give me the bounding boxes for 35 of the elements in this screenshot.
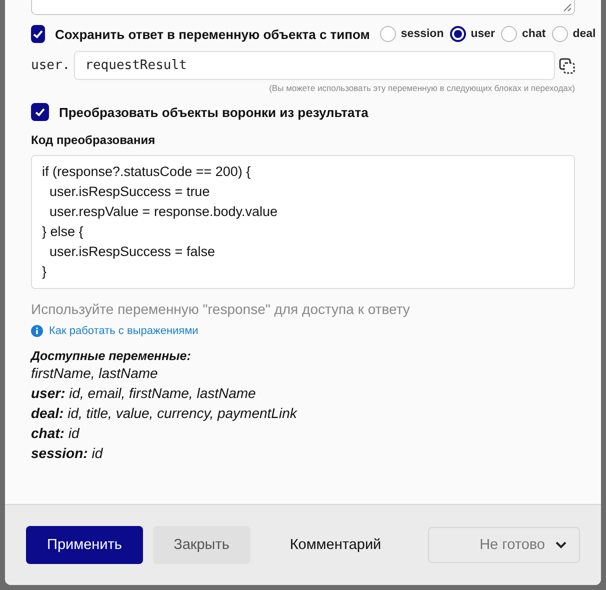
radio-label: deal <box>572 28 596 40</box>
code-editor[interactable]: if (response?.statusCode == 200) { user.isRespSuccess = true user.respValue = response.body.value } else { user.isRespSuccess = false } <box>31 155 575 289</box>
variable-name-field[interactable]: requestResult <box>74 51 555 80</box>
checkmark-icon <box>34 106 46 118</box>
close-button[interactable]: Закрыть <box>153 526 250 564</box>
copy-icon[interactable] <box>559 58 575 74</box>
radio-label: session <box>400 28 444 40</box>
radio-button[interactable] <box>450 26 466 42</box>
radio-button[interactable] <box>501 26 518 42</box>
chevron-down-icon <box>555 541 567 549</box>
info-icon <box>31 325 43 337</box>
checkmark-icon <box>32 28 44 40</box>
variable-prefix: user. <box>31 58 70 73</box>
apply-button[interactable]: Применить <box>26 526 143 564</box>
help-link[interactable]: Как работать с выражениями <box>49 325 198 337</box>
section-label: Код преобразования <box>31 133 156 147</box>
radio-button[interactable] <box>380 26 396 42</box>
radio-label: chat <box>522 28 546 40</box>
resize-grip-icon[interactable] <box>563 3 572 12</box>
variables-title: Доступные переменные: <box>31 349 192 363</box>
hint-text: (Вы можете использовать эту переменную в следующих блоках и переходах) <box>268 83 575 93</box>
radio-button[interactable] <box>552 26 568 42</box>
status-dropdown[interactable]: Не готово <box>428 527 580 563</box>
variable-list-line: user: id, email, firstName, lastName <box>31 384 257 403</box>
variable-list-line: firstName, lastName <box>31 364 159 383</box>
checkbox[interactable] <box>31 103 49 121</box>
checkbox-label: Преобразовать объекты воронки из результата <box>59 104 368 120</box>
hint-text: Используйте переменную "response" для доступа к ответу <box>31 301 411 317</box>
radio-label: user <box>470 28 496 40</box>
variable-list-line: deal: id, title, value, currency, paymentLink <box>31 404 298 423</box>
variable-list-line: session: id <box>31 444 104 463</box>
comment-button[interactable]: Комментарий <box>268 526 403 564</box>
checkbox-label: Сохранить ответ в переменную объекта с типом <box>55 26 370 42</box>
variable-list-line: chat: id <box>31 424 81 443</box>
checkbox[interactable] <box>31 25 45 43</box>
